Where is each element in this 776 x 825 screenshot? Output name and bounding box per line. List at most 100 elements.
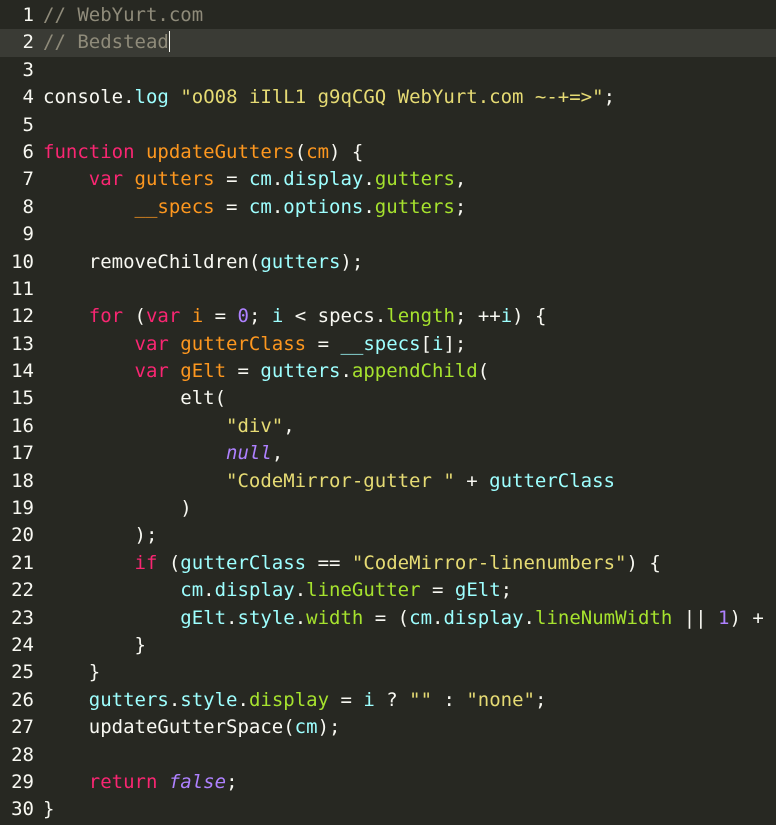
code-line[interactable]: 24 } <box>0 632 776 659</box>
line-number: 16 <box>11 414 34 437</box>
line-number: 20 <box>11 524 34 547</box>
code-line[interactable]: 18 "CodeMirror-gutter " + gutterClass <box>0 468 776 495</box>
code-text[interactable]: null, <box>34 440 283 467</box>
code-token: gutters <box>260 360 341 383</box>
code-line[interactable]: 26 gutters.style.display = i ? "" : "non… <box>0 687 776 714</box>
code-token: display <box>283 168 364 191</box>
code-token: ; <box>500 579 513 602</box>
code-token: } <box>43 633 146 656</box>
line-number: 9 <box>22 223 34 246</box>
line-number: 29 <box>11 770 34 793</box>
code-line[interactable]: 25 } <box>0 659 776 686</box>
code-token: ( <box>157 551 181 574</box>
code-line[interactable]: 14 var gElt = gutters.appendChild( <box>0 358 776 385</box>
code-token: "div" <box>226 414 284 437</box>
code-token: // WebYurt.com <box>43 4 204 26</box>
code-text[interactable]: // Bedstead <box>34 29 170 56</box>
code-text[interactable]: if (gutterClass == "CodeMirror-linenumbe… <box>34 550 661 577</box>
code-line[interactable]: 1 // WebYurt.com <box>0 2 776 29</box>
code-line[interactable]: 16 "div", <box>0 413 776 440</box>
code-line[interactable]: 13 var gutterClass = __specs[i]; <box>0 331 776 358</box>
code-text[interactable]: ); <box>34 522 158 549</box>
code-token: cm <box>180 579 204 602</box>
code-line[interactable]: 22 cm.display.lineGutter = gElt; <box>0 577 776 604</box>
code-token: i <box>191 305 204 328</box>
code-line[interactable]: 15 elt( <box>0 385 776 412</box>
code-line[interactable]: 10 removeChildren(gutters); <box>0 249 776 276</box>
code-text[interactable]: cm.display.lineGutter = gElt; <box>34 577 512 604</box>
code-text[interactable]: "div", <box>34 413 295 440</box>
code-line[interactable]: 19 ) <box>0 495 776 522</box>
code-token: ); <box>317 716 341 739</box>
code-line[interactable]: 12 for (var i = 0; i < specs.length; ++i… <box>0 303 776 330</box>
code-text[interactable]: __specs = cm.options.gutters; <box>34 194 467 221</box>
code-token: . <box>203 579 215 602</box>
code-token: var <box>145 305 181 328</box>
code-text[interactable]: elt( <box>34 385 226 412</box>
code-line[interactable]: 5 <box>0 112 776 139</box>
code-text[interactable]: var gutters = cm.display.gutters, <box>34 166 467 193</box>
code-line[interactable]: 30} <box>0 796 776 823</box>
code-token: = <box>226 360 261 383</box>
code-text[interactable]: "CodeMirror-gutter " + gutterClass <box>34 468 615 495</box>
line-number: 5 <box>22 113 34 136</box>
code-text[interactable]: removeChildren(gutters); <box>34 249 364 276</box>
code-editor[interactable]: 1 // WebYurt.com 2 // Bedstead 3 4 console.log… <box>0 0 776 825</box>
code-line[interactable]: 28 <box>0 742 776 769</box>
code-text[interactable]: function updateGutters(cm) { <box>34 139 363 166</box>
code-token: ) { <box>512 305 547 328</box>
code-text[interactable]: for (var i = 0; i < specs.length; ++i) { <box>34 303 547 330</box>
code-token: ( <box>477 360 490 383</box>
code-line[interactable]: 7 var gutters = cm.display.gutters, <box>0 166 776 193</box>
code-token: length <box>386 305 455 328</box>
code-token: gElt <box>180 360 227 383</box>
code-text[interactable]: } <box>34 632 146 659</box>
code-line[interactable]: 9 <box>0 221 776 248</box>
line-number: 1 <box>22 4 34 26</box>
code-token: 0 <box>237 305 249 328</box>
code-text[interactable]: } <box>34 659 100 686</box>
code-line[interactable]: 2 // Bedstead <box>0 29 776 57</box>
code-token: i <box>271 305 284 328</box>
code-text[interactable]: gutters.style.display = i ? "" : "none"; <box>34 687 547 714</box>
code-text[interactable]: var gutterClass = __specs[i]; <box>34 331 467 358</box>
code-token: __specs <box>340 332 421 355</box>
code-line[interactable]: 8 __specs = cm.options.gutters; <box>0 194 776 221</box>
code-token: ; <box>603 86 616 109</box>
code-token: ); <box>340 250 364 273</box>
code-line[interactable]: 4 console.log "oO08 iIlL1 g9qCGQ WebYurt.… <box>0 84 776 111</box>
code-text[interactable]: var gElt = gutters.appendChild( <box>34 358 490 385</box>
code-line[interactable]: 27 updateGutterSpace(cm); <box>0 714 776 741</box>
code-token: gutterClass <box>180 332 307 355</box>
code-text[interactable]: // WebYurt.com <box>34 2 203 29</box>
code-text[interactable]: updateGutterSpace(cm); <box>34 714 341 741</box>
code-text[interactable]: gElt.style.width = (cm.display.lineNumWi… <box>34 605 775 632</box>
code-token: // Bedstead <box>43 31 169 54</box>
code-text[interactable]: return false; <box>34 769 238 796</box>
code-text[interactable]: } <box>34 796 54 823</box>
code-line[interactable]: 17 null, <box>0 440 776 467</box>
code-token: . <box>294 579 307 602</box>
line-number: 26 <box>11 688 34 711</box>
code-text[interactable]: console.log "oO08 iIlL1 g9qCGQ WebYurt.c… <box>34 84 615 111</box>
code-token: 1 <box>718 606 730 629</box>
code-line[interactable]: 20 ); <box>0 522 776 549</box>
line-number: 2 <box>22 31 34 54</box>
code-line[interactable]: 3 <box>0 57 776 84</box>
code-line[interactable]: 11 <box>0 276 776 303</box>
code-text[interactable]: ) <box>34 495 192 522</box>
code-token: ) <box>43 497 192 520</box>
code-token: "" <box>409 688 433 711</box>
line-number: 11 <box>11 277 34 300</box>
code-line[interactable]: 21 if (gutterClass == "CodeMirror-linenu… <box>0 550 776 577</box>
code-line[interactable]: 6 function updateGutters(cm) { <box>0 139 776 166</box>
code-line[interactable]: 23 gElt.style.width = (cm.display.lineNu… <box>0 605 776 632</box>
code-line[interactable]: 29 return false; <box>0 769 776 796</box>
code-token: = <box>420 579 455 602</box>
